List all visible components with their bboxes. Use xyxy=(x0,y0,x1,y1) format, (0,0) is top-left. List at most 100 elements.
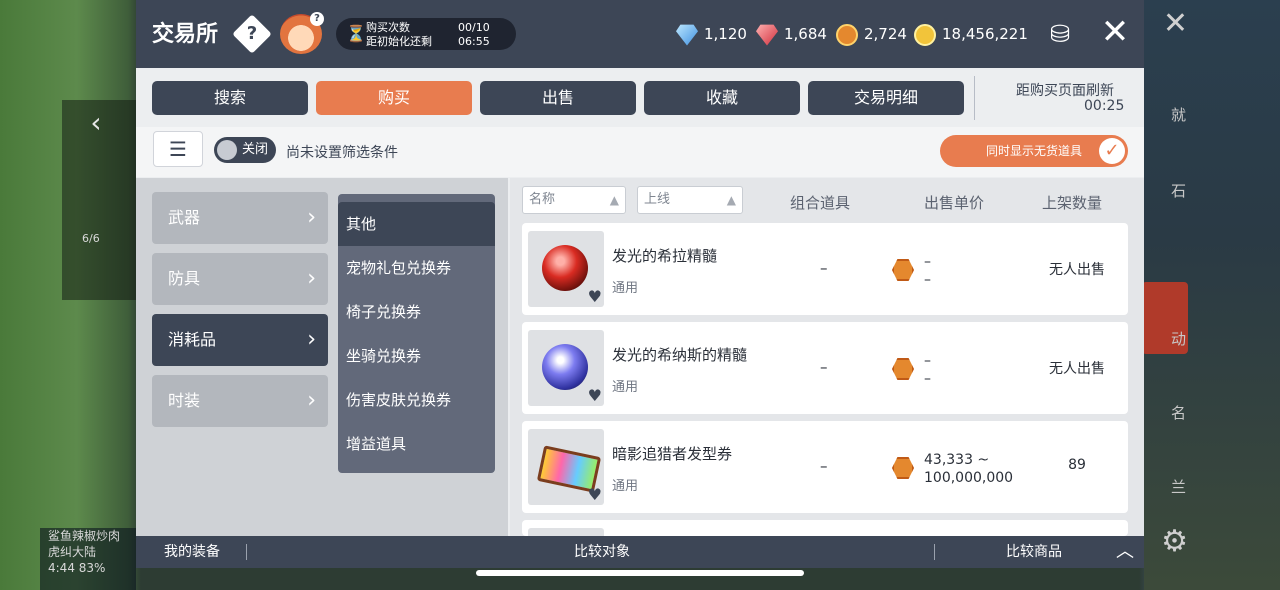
help-symbol: ? xyxy=(246,23,258,44)
blue-diamond-icon xyxy=(676,24,698,46)
question-icon: ? xyxy=(310,12,324,26)
home-indicator[interactable] xyxy=(476,570,804,576)
item-price-min: – xyxy=(924,353,931,369)
category-fashion[interactable]: 时装 › xyxy=(152,375,328,427)
currency-blue-diamond: 1,120 xyxy=(676,22,747,46)
item-type: 通用 xyxy=(612,380,639,395)
game-chat-line: 虎纠大陆 xyxy=(48,545,97,559)
trade-dialog: 交易所 ? ? ⏳ 购买次数 00/10 距初始化还剩 06:55 1,120 … xyxy=(136,0,1144,568)
currency-value: 1,684 xyxy=(784,25,827,43)
item-price-min: 43,333 ~ xyxy=(924,452,990,468)
category-label: 消耗品 xyxy=(168,330,217,349)
price-coin-icon xyxy=(892,457,914,479)
show-out-of-stock-toggle[interactable]: 同时显示无货道具 ✓ xyxy=(940,135,1128,167)
tab-buy[interactable]: 购买 xyxy=(316,81,472,115)
subcategory-chair-voucher[interactable]: 椅子兑换券 xyxy=(338,290,495,334)
item-thumbnail: ♥ xyxy=(528,330,604,406)
category-label: 时装 xyxy=(168,391,201,410)
item-thumbnail: ♥ xyxy=(528,231,604,307)
coin-search-icon[interactable]: ⛁ xyxy=(1042,18,1078,50)
game-side-count: 6/6 xyxy=(82,232,100,245)
subcategory-mount-voucher[interactable]: 坐骑兑换券 xyxy=(338,334,495,378)
heart-icon[interactable]: ♥ xyxy=(588,388,602,404)
refresh-label: 距购买页面刷新 xyxy=(1016,83,1114,99)
item-quantity: 89 xyxy=(1068,457,1086,473)
chevron-left-icon[interactable]: ‹ xyxy=(80,105,112,141)
chevron-right-icon: › xyxy=(307,388,316,413)
category-consumables[interactable]: 消耗品 › xyxy=(152,314,328,366)
list-item[interactable]: ♥ 发光的希拉精髓 通用 – – – 无人出售 xyxy=(522,223,1128,315)
tab-transactions[interactable]: 交易明细 xyxy=(808,81,964,115)
item-price-min: – xyxy=(924,254,931,270)
list-item-partial[interactable] xyxy=(522,520,1128,536)
item-name: 发光的希拉精髓 xyxy=(612,247,718,265)
gear-icon[interactable]: ⚙ xyxy=(1161,524,1188,559)
subcategory-panel: 其他 宠物礼包兑换券 椅子兑换券 坐骑兑换券 伤害皮肤兑换券 增益道具 xyxy=(338,194,495,473)
show-out-of-stock-label: 同时显示无货道具 xyxy=(986,144,1083,158)
item-price-max: – xyxy=(924,371,931,387)
list-item[interactable]: ♥ 暗影追猎者发型券 通用 – 43,333 ~ 100,000,000 89 xyxy=(522,421,1128,513)
gold-coin-icon xyxy=(914,23,936,46)
compare-items-label: 比较商品 xyxy=(1006,544,1062,560)
item-type: 通用 xyxy=(612,281,639,296)
subcategory-other[interactable]: 其他 xyxy=(338,202,495,246)
game-close-icon[interactable]: ✕ xyxy=(1163,6,1188,42)
game-menu-label: 就 xyxy=(1170,106,1186,124)
column-header-combo: 组合道具 xyxy=(790,194,851,212)
list-item[interactable]: ♥ 发光的希纳斯的精髓 通用 – – – 无人出售 xyxy=(522,322,1128,414)
currency-value: 18,456,221 xyxy=(942,25,1028,43)
orange-coin-icon xyxy=(836,23,858,46)
triangle-up-icon: ▲ xyxy=(609,193,619,207)
category-weapon[interactable]: 武器 › xyxy=(152,192,328,244)
reset-time-label: 距初始化还剩 xyxy=(366,35,432,48)
item-price-max: – xyxy=(924,272,931,288)
subcategory-damage-skin-voucher[interactable]: 伤害皮肤兑换券 xyxy=(338,378,495,422)
item-quantity: 无人出售 xyxy=(1049,262,1105,278)
chevron-right-icon: › xyxy=(307,327,316,352)
close-icon[interactable]: ✕ xyxy=(1098,14,1132,50)
item-combo: – xyxy=(820,457,828,475)
subcategory-buff-items[interactable]: 增益道具 xyxy=(338,422,495,466)
game-menu-label: 名 xyxy=(1170,404,1186,422)
compare-target-label: 比较对象 xyxy=(574,544,630,560)
game-chat-line: 鲨鱼辣椒炒肉 xyxy=(48,529,121,543)
check-icon: ✓ xyxy=(1099,138,1125,164)
item-thumbnail: ♥ xyxy=(528,429,604,505)
filter-toggle[interactable]: 关闭 xyxy=(214,137,276,163)
help-icon[interactable]: ? xyxy=(232,14,272,54)
game-menu-label: 兰 xyxy=(1170,478,1186,496)
column-header-quantity: 上架数量 xyxy=(1042,194,1103,212)
bottom-bar: 我的装备 比较对象 比较商品 ︿ xyxy=(136,536,1144,568)
divider xyxy=(974,76,975,120)
dialog-title: 交易所 xyxy=(152,22,219,47)
heart-icon[interactable]: ♥ xyxy=(588,289,602,305)
purchase-counter: ⏳ 购买次数 00/10 距初始化还剩 06:55 xyxy=(336,18,516,50)
tab-favorites[interactable]: 收藏 xyxy=(644,81,800,115)
blue-orb-icon xyxy=(542,344,588,390)
currency-red-diamond: 1,684 xyxy=(756,22,827,46)
item-name: 发光的希纳斯的精髓 xyxy=(612,346,748,364)
chevron-right-icon: › xyxy=(307,205,316,230)
game-chat-area: 鲨鱼辣椒炒肉 虎纠大陆 4:44 83% xyxy=(40,528,136,590)
subcategory-pet-voucher[interactable]: 宠物礼包兑换券 xyxy=(338,246,495,290)
sort-by-listed-dropdown[interactable]: 上线 ▲ xyxy=(637,186,743,214)
filter-settings-button[interactable]: ☰ xyxy=(153,131,203,167)
my-equipment-button[interactable]: 我的装备 xyxy=(164,536,220,568)
heart-icon[interactable]: ♥ xyxy=(588,487,602,503)
divider xyxy=(246,544,247,560)
sort-by-name-dropdown[interactable]: 名称 ▲ xyxy=(522,186,626,214)
item-name: 暗影追猎者发型券 xyxy=(612,445,733,463)
item-combo: – xyxy=(820,358,828,376)
item-quantity: 无人出售 xyxy=(1049,361,1105,377)
red-diamond-icon xyxy=(756,24,778,46)
column-header-price: 出售单价 xyxy=(924,194,985,212)
title-bar: 交易所 ? ? ⏳ 购买次数 00/10 距初始化还剩 06:55 1,120 … xyxy=(136,0,1144,68)
tab-search[interactable]: 搜索 xyxy=(152,81,308,115)
chevron-up-icon[interactable]: ︿ xyxy=(1116,536,1134,568)
npc-avatar[interactable]: ? xyxy=(280,12,324,54)
category-armor[interactable]: 防具 › xyxy=(152,253,328,305)
hourglass-icon: ⏳ xyxy=(346,24,366,43)
item-price-max: 100,000,000 xyxy=(924,470,1014,486)
tab-sell[interactable]: 出售 xyxy=(480,81,636,115)
item-combo: – xyxy=(820,259,828,277)
